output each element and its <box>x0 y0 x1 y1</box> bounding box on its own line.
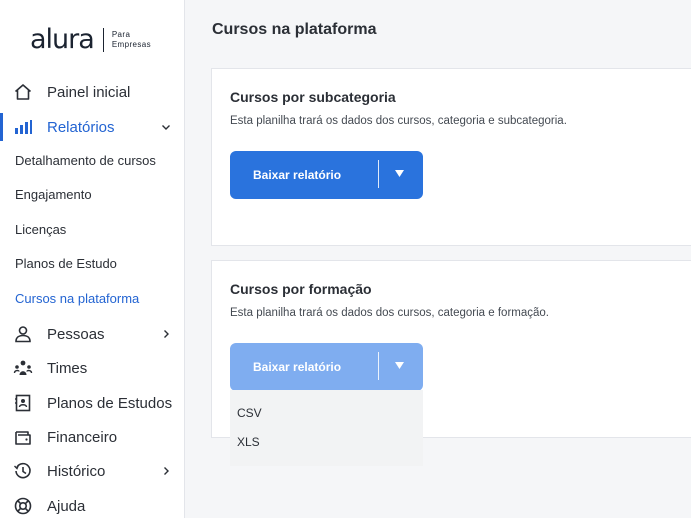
caret-down-icon[interactable] <box>394 360 405 371</box>
sidebar-item-times[interactable]: Times <box>0 353 185 383</box>
chevron-right-icon <box>164 467 169 475</box>
study-plan-icon <box>15 394 31 412</box>
sidebar-item-label: Ajuda <box>47 497 86 515</box>
page-title: Cursos na plataforma <box>212 21 377 38</box>
sidebar-item-label: Planos de Estudos <box>47 394 173 412</box>
history-icon <box>14 462 31 479</box>
button-divider <box>378 352 379 380</box>
person-icon <box>15 326 31 343</box>
report-card-subcategoria: Cursos por subcategoria Esta planilha tr… <box>211 68 691 246</box>
logo-divider <box>102 27 104 52</box>
sidebar-item-relatorios[interactable]: Relatórios <box>0 112 185 142</box>
brand-tagline-line2: Empresas <box>111 39 152 49</box>
bar-chart-icon <box>15 120 32 134</box>
download-report-button[interactable]: Baixar relatório <box>230 343 423 391</box>
card-title: Cursos por subcategoria <box>230 89 396 105</box>
sidebar-item-label: Pessoas <box>47 325 105 343</box>
sidebar-subitem-licencas[interactable]: Licenças <box>15 222 66 237</box>
sidebar-item-pessoas[interactable]: Pessoas <box>0 319 185 349</box>
button-label: Baixar relatório <box>253 168 342 182</box>
home-icon <box>14 84 32 100</box>
sidebar-subitem-engajamento[interactable]: Engajamento <box>15 187 92 202</box>
sidebar-item-label: Painel inicial <box>47 83 131 101</box>
sidebar-item-label: Relatórios <box>47 118 115 136</box>
sidebar-subitem-detalhamento[interactable]: Detalhamento de cursos <box>15 153 156 168</box>
brand-logo[interactable]: alura Para Empresas <box>30 24 151 55</box>
card-title: Cursos por formação <box>230 281 372 297</box>
card-description: Esta planilha trará os dados dos cursos,… <box>230 115 567 127</box>
sidebar-subitem-planos-de-estudo[interactable]: Planos de Estudo <box>15 256 117 271</box>
sidebar-item-planos-de-estudos[interactable]: Planos de Estudos <box>0 388 185 418</box>
sidebar: alura Para Empresas Painel inicial Relat… <box>0 0 185 518</box>
brand-tagline-line1: Para <box>111 29 131 39</box>
sidebar-subitem-cursos-na-plataforma[interactable]: Cursos na plataforma <box>15 291 139 306</box>
menu-item-xls[interactable]: XLS <box>237 435 260 449</box>
help-icon <box>14 497 32 515</box>
menu-item-csv[interactable]: CSV <box>237 406 262 420</box>
sidebar-item-label: Histórico <box>47 462 106 480</box>
sidebar-item-painel-inicial[interactable]: Painel inicial <box>0 77 185 107</box>
team-icon <box>13 360 33 375</box>
button-label: Baixar relatório <box>253 360 342 374</box>
download-report-button[interactable]: Baixar relatório <box>230 151 423 199</box>
chevron-down-icon <box>162 125 170 130</box>
chevron-right-icon <box>164 330 169 338</box>
sidebar-item-ajuda[interactable]: Ajuda <box>0 491 185 518</box>
sidebar-item-financeiro[interactable]: Financeiro <box>0 422 185 452</box>
caret-down-icon[interactable] <box>394 168 405 179</box>
download-format-menu: CSV XLS <box>230 390 423 466</box>
sidebar-item-historico[interactable]: Histórico <box>0 456 185 486</box>
button-divider <box>378 160 379 188</box>
brand-tagline: Para Empresas <box>112 30 151 50</box>
card-description: Esta planilha trará os dados dos cursos,… <box>230 307 549 319</box>
wallet-icon <box>15 431 31 445</box>
brand-name: alura <box>30 24 95 55</box>
sidebar-item-label: Times <box>47 359 88 377</box>
sidebar-item-label: Financeiro <box>47 428 118 446</box>
